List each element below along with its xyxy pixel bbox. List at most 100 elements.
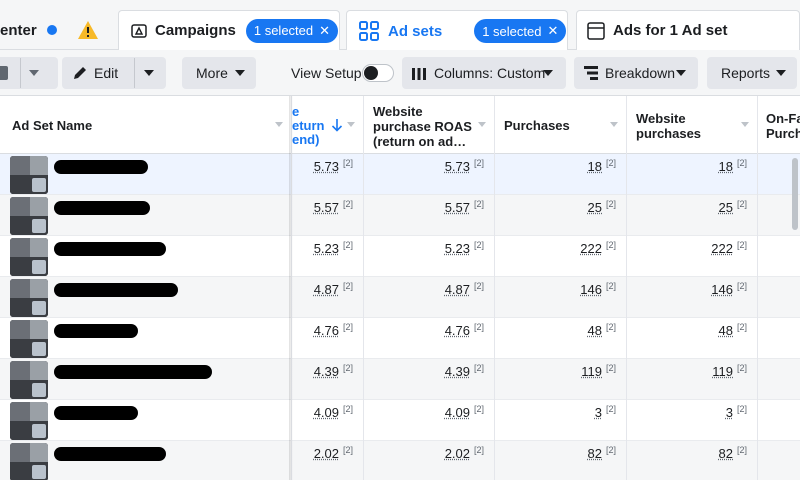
purchases-cell-value[interactable]: 18	[588, 159, 602, 174]
chevron-down-icon[interactable]	[478, 122, 486, 127]
ad-set-name-cell[interactable]	[0, 195, 292, 236]
column-header-purchases[interactable]: Purchases	[495, 96, 627, 154]
ad-set-name-cell[interactable]	[0, 277, 292, 318]
purchases-cell-value[interactable]: 222	[580, 241, 602, 256]
tab-ad-sets[interactable]: Ad sets 1 selected ✕	[346, 10, 568, 51]
purchases-cell-value[interactable]: 146	[580, 282, 602, 297]
purchases-cell-value[interactable]: 25	[588, 200, 602, 215]
table-row[interactable]: 2.02 [2] 2.02 [2] 82 [2] 82 [2]	[0, 441, 800, 480]
adsets-selected-pill[interactable]: 1 selected ✕	[474, 19, 567, 43]
roas-header-line3: end)	[292, 132, 320, 147]
clear-adsets-selection-icon[interactable]: ✕	[547, 23, 558, 39]
website-purchase-roas-cell-value[interactable]: 5.23	[445, 241, 470, 256]
purchase-roas-cell-value[interactable]: 4.39	[314, 364, 339, 379]
purchase-roas-cell-value[interactable]: 5.23	[314, 241, 339, 256]
table-row[interactable]: 4.39 [2] 4.39 [2] 119 [2] 119 [2]	[0, 359, 800, 400]
breakdown-button[interactable]: Breakdown	[574, 57, 698, 89]
table-row[interactable]: 4.76 [2] 4.76 [2] 48 [2] 48 [2]	[0, 318, 800, 359]
purchase-roas-cell-value[interactable]: 4.76	[314, 323, 339, 338]
column-header-website-purchase-roas[interactable]: Website purchase ROAS (return on ad…	[364, 96, 495, 154]
ad-set-name-cell[interactable]	[0, 441, 292, 480]
redacted-ad-set-name	[54, 365, 212, 379]
chevron-down-icon[interactable]	[144, 70, 154, 76]
purchases-cell-value[interactable]: 3	[595, 405, 602, 420]
chevron-down-icon	[235, 70, 245, 76]
tab-ads-label: Ads for 1 Ad set	[613, 22, 728, 39]
purchases-cell-value[interactable]: 119	[581, 364, 602, 379]
clear-campaigns-selection-icon[interactable]: ✕	[319, 23, 330, 39]
view-setup-toggle[interactable]	[362, 64, 394, 82]
website-purchases-cell-value[interactable]: 146	[711, 282, 733, 297]
footnote-marker: [2]	[605, 158, 616, 168]
purchase-roas-cell-value[interactable]: 5.57	[314, 200, 339, 215]
table-row[interactable]: 4.09 [2] 4.09 [2] 3 [2] 3 [2]	[0, 400, 800, 441]
tab-bar: enter Campaigns 1 selected ✕ Ad sets 1 s…	[0, 0, 800, 51]
column-header-ad-set-name[interactable]: Ad Set Name	[0, 96, 292, 154]
vertical-scrollbar[interactable]	[792, 158, 798, 230]
website-purchase-roas-cell: 5.23 [2]	[364, 236, 495, 277]
column-header-purchase-roas[interactable]: e eturn end)	[292, 96, 364, 154]
website-purchases-cell-value[interactable]: 222	[711, 241, 733, 256]
ad-set-name-cell[interactable]	[0, 236, 292, 277]
website-purchases-cell-value[interactable]: 18	[719, 159, 733, 174]
ad-set-name-cell[interactable]	[0, 318, 292, 359]
website-purchases-cell: 48 [2]	[627, 318, 758, 359]
table-row[interactable]: 5.57 [2] 5.57 [2] 25 [2] 25 [2]	[0, 195, 800, 236]
purchases-cell-value[interactable]: 82	[588, 446, 602, 461]
purchase-roas-cell-value[interactable]: 5.73	[314, 159, 339, 174]
roas-header-line1: e	[292, 104, 300, 119]
website-purchases-cell-value[interactable]: 3	[726, 405, 733, 420]
footnote-marker: [2]	[736, 404, 747, 414]
chevron-down-icon[interactable]	[741, 122, 749, 127]
purchase-roas-cell-value[interactable]: 4.87	[314, 282, 339, 297]
purchase-roas-cell-value[interactable]: 4.09	[314, 405, 339, 420]
website-purchase-roas-cell-value[interactable]: 4.39	[445, 364, 470, 379]
tab-campaigns[interactable]: Campaigns 1 selected ✕	[118, 10, 340, 50]
website-purchases-cell-value[interactable]: 82	[719, 446, 733, 461]
website-purchase-roas-cell-value[interactable]: 5.73	[445, 159, 470, 174]
website-purchase-roas-cell: 5.57 [2]	[364, 195, 495, 236]
column-header-on-facebook-purchases[interactable]: On-Fa Purcha	[758, 96, 800, 154]
redacted-ad-set-name	[54, 242, 166, 256]
table-row[interactable]: 5.73 [2] 5.73 [2] 18 [2] 18 [2]	[0, 154, 800, 195]
tab-ad-sets-label: Ad sets	[388, 22, 443, 40]
website-purchase-roas-cell-value[interactable]: 4.09	[445, 405, 470, 420]
table-row[interactable]: 5.23 [2] 5.23 [2] 222 [2] 222 [2]	[0, 236, 800, 277]
purchases-header-label: Purchases	[504, 118, 570, 133]
duplicate-dropdown-button[interactable]	[0, 57, 58, 89]
purchases-cell-value[interactable]: 48	[588, 323, 602, 338]
sort-descending-icon[interactable]	[331, 118, 343, 132]
chevron-down-icon[interactable]	[347, 122, 355, 127]
reports-button[interactable]: Reports	[707, 57, 797, 89]
on-facebook-purchases-cell	[758, 400, 800, 441]
footnote-marker: [2]	[736, 158, 747, 168]
ad-set-name-cell[interactable]	[0, 154, 292, 195]
website-purchase-roas-cell-value[interactable]: 5.57	[445, 200, 470, 215]
ad-set-name-cell[interactable]	[0, 359, 292, 400]
campaigns-selected-pill[interactable]: 1 selected ✕	[245, 18, 339, 43]
website-purchases-cell-value[interactable]: 119	[712, 364, 733, 379]
ad-set-name-cell[interactable]	[0, 400, 292, 441]
on-facebook-header-label: On-Fa Purcha	[766, 111, 800, 141]
website-purchase-roas-cell-value[interactable]: 2.02	[445, 446, 470, 461]
edit-button[interactable]: Edit	[62, 57, 166, 89]
website-purchases-cell-value[interactable]: 48	[719, 323, 733, 338]
ad-set-thumbnail	[10, 361, 48, 399]
website-purchase-roas-cell-value[interactable]: 4.87	[445, 282, 470, 297]
footnote-marker: [2]	[342, 445, 353, 455]
website-purchase-roas-cell-value[interactable]: 4.76	[445, 323, 470, 338]
footnote-marker: [2]	[342, 363, 353, 373]
chevron-down-icon[interactable]	[610, 122, 618, 127]
purchase-roas-cell-value[interactable]: 2.02	[314, 446, 339, 461]
footnote-marker: [2]	[605, 445, 616, 455]
columns-button[interactable]: Columns: Custom	[402, 57, 566, 89]
footnote-marker: [2]	[605, 363, 616, 373]
table-row[interactable]: 4.87 [2] 4.87 [2] 146 [2] 146 [2]	[0, 277, 800, 318]
website-purchases-cell-value[interactable]: 25	[719, 200, 733, 215]
more-button[interactable]: More	[182, 57, 256, 89]
chevron-down-icon[interactable]	[275, 122, 283, 127]
campaigns-icon	[131, 23, 147, 39]
tab-ads[interactable]: Ads for 1 Ad set	[576, 10, 800, 50]
column-header-website-purchases[interactable]: Website purchases	[627, 96, 758, 154]
tab-account-overview[interactable]: enter	[0, 10, 112, 50]
